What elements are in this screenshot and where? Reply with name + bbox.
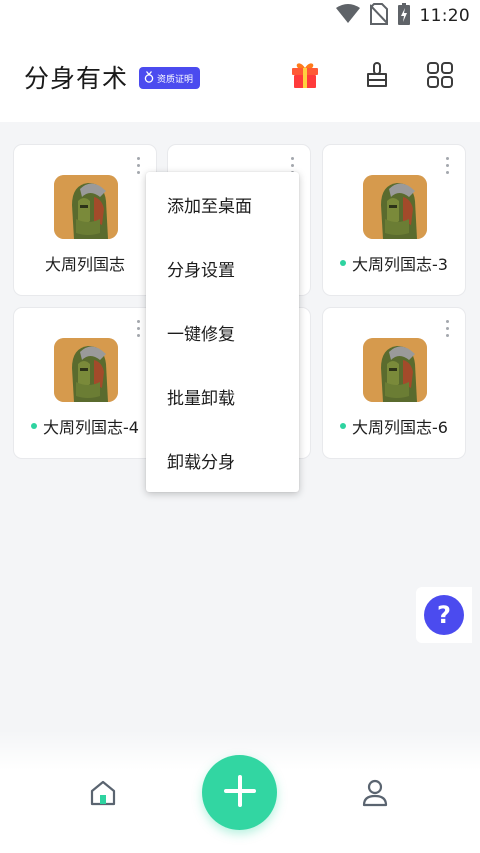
help-tab: ? [416,587,472,643]
menu-item-one-click-repair[interactable]: 一键修复 [146,300,299,364]
status-icons: 11:20 [335,3,471,29]
menu-item-add-to-desktop[interactable]: 添加至桌面 [146,172,299,236]
app-label: 大周列国志-6 [352,418,448,437]
nav-home-button[interactable] [86,778,120,812]
badge-label: 资质证明 [157,74,194,85]
add-clone-button[interactable] [202,755,277,830]
grid-view-icon [427,62,453,92]
app-card[interactable]: 大周列国志-3 [322,144,466,296]
menu-item-uninstall-clone[interactable]: 卸载分身 [146,428,299,492]
online-status-dot [31,423,38,429]
app-icon [54,338,118,402]
app-card[interactable]: 大周列国志-6 [322,307,466,459]
no-sim-icon [368,3,389,29]
more-options-icon[interactable] [441,157,453,179]
app-card[interactable]: 大周列国志-4 [13,307,157,459]
gift-icon [290,60,320,94]
page-title: 分身有术 [24,64,129,93]
status-bar: 11:20 [0,0,480,32]
wifi-icon [335,4,360,28]
menu-item-clone-settings[interactable]: 分身设置 [146,236,299,300]
app-label-row: 大周列国志-4 [14,414,156,438]
context-menu: 添加至桌面 分身设置 一键修复 批量卸载 卸载分身 [146,172,299,492]
app-icon [363,175,427,239]
grid-view-button[interactable] [423,60,457,94]
nav-profile-button[interactable] [358,778,392,812]
app-icon [363,338,427,402]
help-button[interactable]: ? [424,595,464,635]
menu-item-batch-uninstall[interactable]: 批量卸载 [146,364,299,428]
cleanup-button[interactable] [360,60,394,94]
app-icon [54,175,118,239]
add-icon [222,773,258,813]
app-label-row: 大周列国志-6 [323,414,465,438]
more-options-icon[interactable] [132,320,144,342]
online-status-dot [340,260,347,266]
gift-button[interactable] [288,60,322,94]
cleanup-brush-icon [365,62,389,92]
app-header: 分身有术 资质证明 [0,32,480,122]
online-status-dot [340,423,347,429]
app-label: 大周列国志-4 [43,418,139,437]
battery-charging-icon [397,3,410,29]
app-card[interactable]: 大周列国志 [13,144,157,296]
medal-icon [144,70,154,86]
more-options-icon[interactable] [441,320,453,342]
profile-icon [361,779,389,811]
more-options-icon[interactable] [132,157,144,179]
app-label-row: 大周列国志 [14,251,156,275]
status-time: 11:20 [419,6,470,26]
app-label: 大周列国志 [44,255,125,274]
qualification-badge[interactable]: 资质证明 [139,67,201,89]
home-icon [90,780,116,810]
app-label: 大周列国志-3 [352,255,448,274]
app-label-row: 大周列国志-3 [323,251,465,275]
